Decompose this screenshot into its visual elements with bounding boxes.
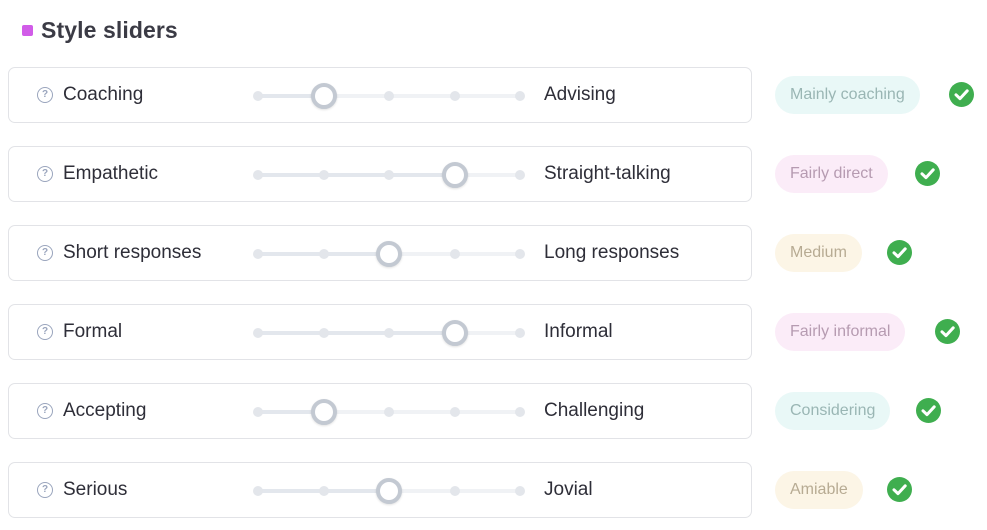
slider-step-dot[interactable] — [384, 91, 394, 101]
slider-row: ? Short responses Long responses Medium — [8, 225, 987, 281]
slider-thumb[interactable] — [310, 83, 337, 109]
slider-card: ? Accepting Challenging — [8, 383, 752, 439]
slider-card: ? Empathetic Straight-talking — [8, 146, 752, 202]
slider-thumb[interactable] — [310, 399, 337, 425]
style-badge: Medium — [775, 234, 862, 272]
slider-step-dot[interactable] — [449, 91, 460, 101]
slider-step-dot[interactable] — [449, 407, 460, 417]
check-icon — [915, 161, 940, 186]
slider-row: ? Serious Jovial Amiable — [8, 462, 987, 518]
slider-step-dot[interactable] — [515, 486, 525, 496]
slider-step-dot[interactable] — [318, 170, 329, 180]
slider-card: ? Short responses Long responses — [8, 225, 752, 281]
slider-left-label: Coaching — [63, 84, 144, 105]
slider-thumb[interactable] — [376, 478, 402, 504]
slider-step-dot[interactable] — [515, 407, 525, 417]
slider-step-dot[interactable] — [449, 249, 460, 259]
slider-right-label: Challenging — [544, 400, 645, 421]
slider-step-dot[interactable] — [253, 170, 263, 180]
slider-row: ? Accepting Challenging Considering — [8, 383, 987, 439]
slider-row: ? Coaching Advising Mainly coaching — [8, 67, 987, 123]
slider-fill — [258, 331, 455, 335]
slider-step-dot[interactable] — [253, 91, 263, 101]
slider-card: ? Formal Informal — [8, 304, 752, 360]
slider-step-dot[interactable] — [515, 91, 525, 101]
section-header: Style sliders — [22, 14, 178, 46]
slider-step-dot[interactable] — [253, 249, 263, 259]
section-marker — [22, 24, 33, 36]
slider-step-dot[interactable] — [318, 249, 329, 259]
slider-card: ? Coaching Advising — [8, 67, 752, 123]
slider-step-dot[interactable] — [253, 328, 263, 338]
help-icon[interactable]: ? — [37, 403, 53, 419]
style-badge: Amiable — [775, 471, 863, 509]
style-badge: Mainly coaching — [775, 76, 920, 114]
help-icon[interactable]: ? — [37, 87, 53, 103]
slider-right-label: Straight-talking — [544, 163, 671, 184]
slider-left-label: Accepting — [63, 400, 147, 421]
slider-right-label: Informal — [544, 321, 613, 342]
slider-left-label: Empathetic — [63, 163, 159, 184]
slider-row: ? Formal Informal Fairly informal — [8, 304, 987, 360]
slider-thumb[interactable] — [441, 162, 468, 188]
check-icon — [935, 319, 960, 344]
check-icon — [887, 477, 912, 502]
slider-step-dot[interactable] — [515, 249, 525, 259]
slider-row: ? Empathetic Straight-talking Fairly direct — [8, 146, 987, 202]
slider-step-dot[interactable] — [253, 407, 263, 417]
slider-left-label: Formal — [63, 321, 123, 342]
check-icon — [916, 398, 941, 423]
slider-step-dot[interactable] — [384, 170, 394, 180]
slider-step-dot[interactable] — [318, 486, 329, 496]
slider-right-label: Jovial — [544, 479, 593, 500]
slider-step-dot[interactable] — [318, 328, 329, 338]
slider-right-label: Advising — [544, 84, 616, 105]
slider-right-label: Long responses — [544, 242, 680, 263]
slider-step-dot[interactable] — [384, 328, 394, 338]
section-title: Style sliders — [41, 16, 178, 43]
style-badge: Considering — [775, 392, 891, 430]
style-badge: Fairly informal — [775, 313, 906, 351]
help-icon[interactable]: ? — [37, 245, 53, 261]
slider-step-dot[interactable] — [253, 486, 263, 496]
slider-thumb[interactable] — [376, 241, 402, 267]
slider-left-label: Serious — [63, 479, 128, 500]
check-icon — [949, 82, 974, 107]
slider-fill — [258, 173, 455, 177]
help-icon[interactable]: ? — [37, 324, 53, 340]
style-badge: Fairly direct — [775, 155, 888, 193]
slider-left-label: Short responses — [63, 242, 202, 263]
slider-thumb[interactable] — [441, 320, 468, 346]
slider-card: ? Serious Jovial — [8, 462, 752, 518]
slider-step-dot[interactable] — [515, 328, 525, 338]
check-icon — [887, 240, 912, 265]
help-icon[interactable]: ? — [37, 166, 53, 182]
slider-step-dot[interactable] — [384, 407, 394, 417]
help-icon[interactable]: ? — [37, 482, 53, 498]
slider-step-dot[interactable] — [449, 486, 460, 496]
slider-step-dot[interactable] — [515, 170, 525, 180]
